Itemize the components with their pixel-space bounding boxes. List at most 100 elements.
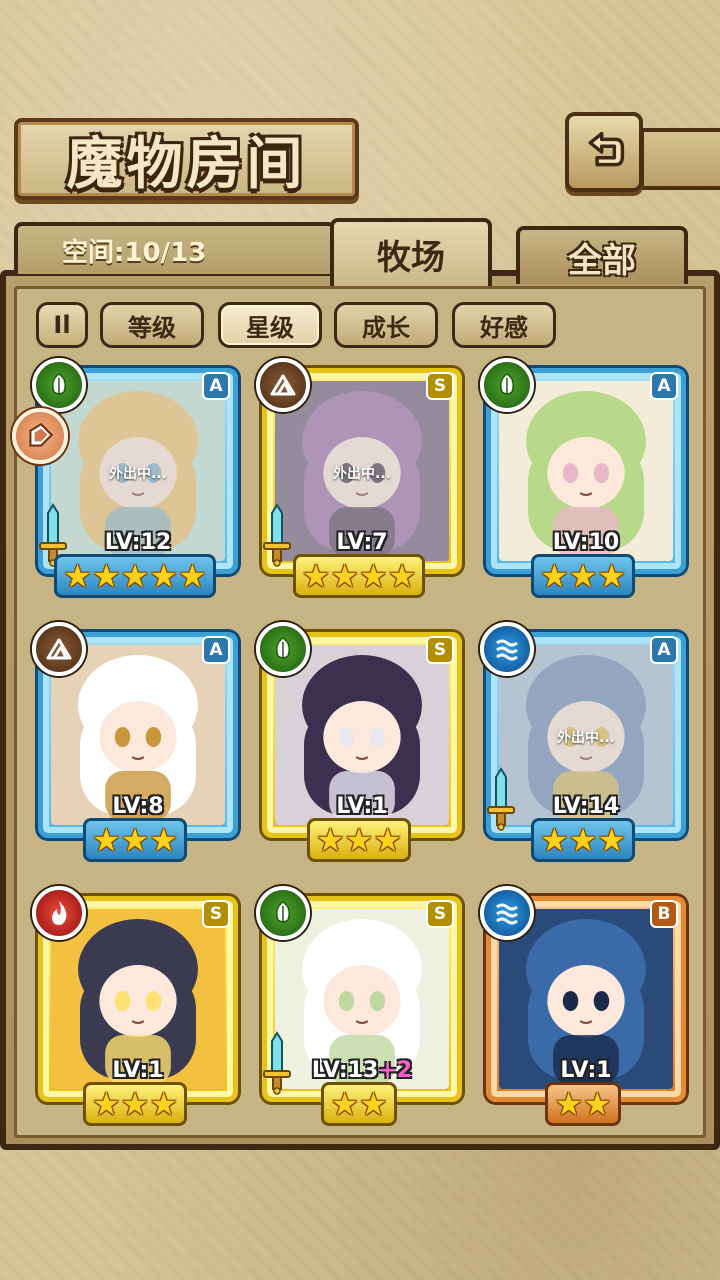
star-plate: ★★★★	[292, 554, 426, 598]
rank-badge: B	[650, 900, 678, 928]
level-text: LV:12	[104, 530, 172, 555]
grass-element-icon	[276, 901, 290, 923]
capacity-bar: 空间:10/13	[14, 222, 336, 274]
monster-card[interactable]: LV:1 B ★★	[480, 886, 686, 1126]
arrow-right-icon	[29, 422, 54, 447]
level-label: LV:7	[275, 530, 449, 555]
level-text: LV:8	[112, 794, 164, 819]
level-label: LV:1	[51, 1058, 225, 1083]
element-badge	[256, 886, 310, 940]
stars-text: ★★★	[91, 1085, 179, 1123]
star-plate: ★★★★★	[54, 554, 216, 598]
stars-text: ★★★	[539, 821, 627, 859]
level-text: LV:7	[336, 530, 388, 555]
rank-badge: S	[426, 372, 454, 400]
back-bar	[640, 128, 720, 190]
filter-star-button[interactable]: 星级	[218, 302, 322, 348]
element-badge	[480, 358, 534, 412]
star-plate: ★★★	[306, 818, 412, 862]
fire-element-icon	[52, 901, 67, 925]
element-badge	[32, 886, 86, 940]
side-expedition-badge[interactable]	[12, 408, 68, 464]
stars-text: ★★	[330, 1085, 388, 1123]
monster-portrait: LV:13+2	[275, 909, 449, 1089]
monster-card[interactable]: 外出中... LV:7 S ★★★★	[256, 358, 462, 598]
monster-portrait: LV:10	[499, 381, 673, 561]
rank-badge: S	[426, 900, 454, 928]
grass-element-icon	[52, 373, 66, 395]
monster-portrait: LV:1	[275, 645, 449, 825]
star-rating: ★★	[256, 1082, 462, 1126]
monster-card[interactable]: LV:1 S ★★★	[256, 622, 462, 862]
level-label: LV:13+2	[275, 1058, 449, 1083]
monster-card[interactable]: 外出中... LV:12 A ★★★★★	[32, 358, 238, 598]
star-rating: ★★★	[480, 554, 686, 598]
level-label: LV:1	[275, 794, 449, 819]
monster-card[interactable]: LV:13+2 S ★★	[256, 886, 462, 1126]
element-badge	[32, 622, 86, 676]
element-badge	[480, 886, 534, 940]
monster-portrait: 外出中... LV:7	[275, 381, 449, 561]
stars-text: ★★★	[91, 821, 179, 859]
page-title: 魔物房间	[66, 130, 307, 197]
away-text: 外出中...	[109, 466, 167, 482]
filter-growth-button[interactable]: 成长	[334, 302, 438, 348]
filter-level-button[interactable]: 等级	[100, 302, 204, 348]
monster-card[interactable]: LV:10 A ★★★	[480, 358, 686, 598]
earth-element-icon	[46, 638, 72, 660]
star-plate: ★★	[545, 1082, 621, 1126]
star-plate: ★★★	[530, 554, 636, 598]
element-badge	[480, 622, 534, 676]
title-plate: 魔物房间	[14, 118, 359, 200]
level-label: LV:12	[51, 530, 225, 555]
star-rating: ★★★★★	[32, 554, 238, 598]
tab-ranch[interactable]: 牧场	[330, 218, 492, 286]
star-rating: ★★★	[480, 818, 686, 862]
level-text: LV:1	[112, 1058, 164, 1083]
monster-card[interactable]: 外出中... LV:14 A ★★★	[480, 622, 686, 862]
monster-portrait: LV:1	[51, 909, 225, 1089]
level-plus: +2	[378, 1058, 413, 1083]
star-rating: ★★★	[32, 818, 238, 862]
monster-card[interactable]: LV:8 A ★★★	[32, 622, 238, 862]
star-plate: ★★★	[82, 1082, 188, 1126]
capacity-text: 空间:10/13	[62, 237, 207, 268]
level-label: LV:8	[51, 794, 225, 819]
level-text: LV:1	[560, 1058, 612, 1083]
element-badge	[32, 358, 86, 412]
stars-text: ★★★	[539, 557, 627, 595]
away-text: 外出中...	[333, 466, 391, 482]
level-label: LV:1	[499, 1058, 673, 1083]
rank-badge: A	[202, 636, 230, 664]
away-text: 外出中...	[557, 730, 615, 746]
level-label: LV:14	[499, 794, 673, 819]
grass-element-icon	[276, 637, 290, 659]
filter-affection-button[interactable]: 好感	[452, 302, 556, 348]
monster-card[interactable]: LV:1 S ★★★	[32, 886, 238, 1126]
rank-badge: A	[202, 372, 230, 400]
star-rating: ★★★	[256, 818, 462, 862]
earth-element-icon	[270, 374, 296, 396]
rank-badge: A	[650, 636, 678, 664]
star-plate: ★★	[321, 1082, 397, 1126]
star-rating: ★★★★	[256, 554, 462, 598]
stars-text: ★★	[554, 1085, 612, 1123]
star-rating: ★★★	[32, 1082, 238, 1126]
stars-text: ★★★★★	[63, 557, 207, 595]
back-arrow-icon	[588, 131, 625, 167]
back-button[interactable]	[565, 112, 643, 192]
monster-portrait: LV:1	[499, 909, 673, 1089]
rank-badge: A	[650, 372, 678, 400]
monster-portrait: 外出中... LV:12	[51, 381, 225, 561]
level-text: LV:1	[336, 794, 388, 819]
level-text: LV:10	[552, 530, 620, 555]
stars-text: ★★★	[315, 821, 403, 859]
stars-text: ★★★★	[301, 557, 417, 595]
sort-order-toggle[interactable]: Il	[36, 302, 88, 348]
star-plate: ★★★	[530, 818, 636, 862]
element-badge	[256, 622, 310, 676]
monster-portrait: 外出中... LV:14	[499, 645, 673, 825]
grass-element-icon	[500, 373, 514, 395]
tab-all[interactable]: 全部	[516, 226, 688, 284]
star-rating: ★★	[480, 1082, 686, 1126]
